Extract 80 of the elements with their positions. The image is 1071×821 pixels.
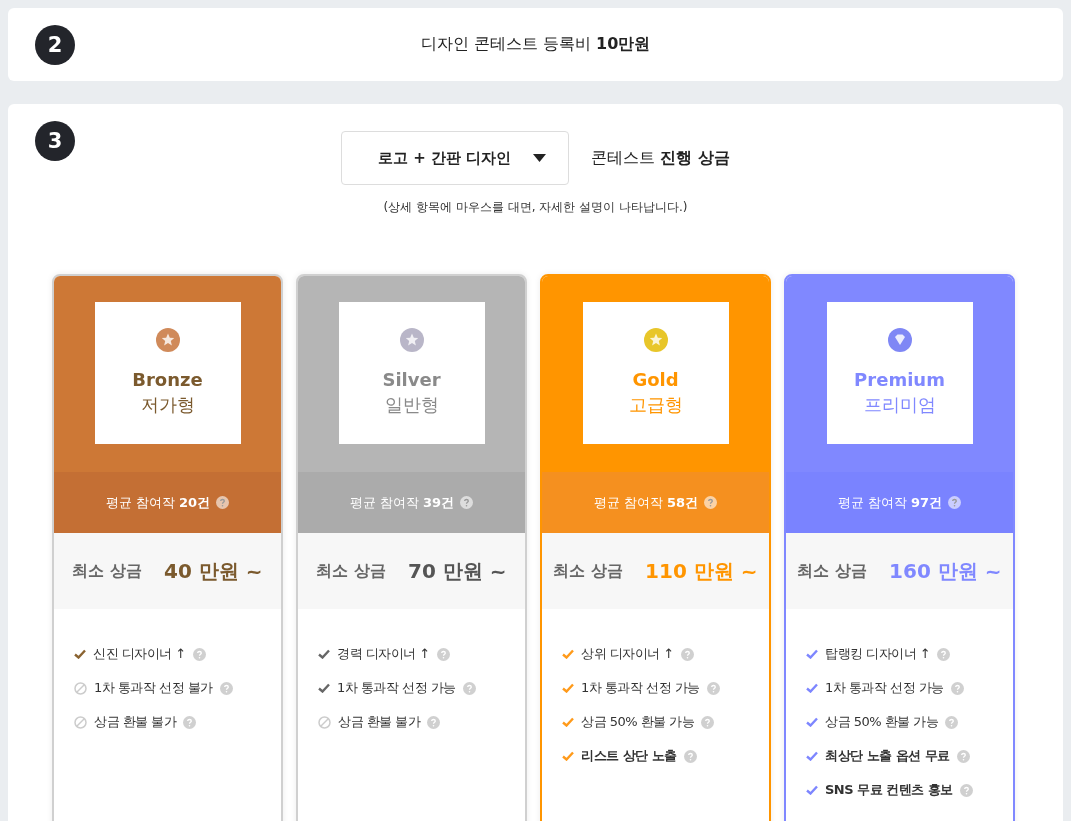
feature-text: 경력 디자이너 ↑ — [337, 645, 430, 663]
prize-amount: 110 만원 ~ — [645, 557, 758, 585]
check-icon — [562, 751, 574, 761]
prohibited-icon — [318, 715, 331, 729]
prohibited-icon — [74, 681, 87, 695]
prize-label: 최소 상금 — [797, 560, 868, 582]
prohibited-icon — [74, 715, 87, 729]
plan-name: Gold — [632, 368, 679, 392]
help-icon[interactable] — [680, 647, 694, 661]
prize-label: 최소 상금 — [553, 560, 624, 582]
help-icon[interactable] — [701, 715, 715, 729]
prize-heading: 콘테스트 진행 상금 — [591, 147, 730, 169]
check-icon — [74, 649, 86, 659]
check-icon — [562, 683, 574, 693]
check-icon — [806, 785, 818, 795]
feature-text: 최상단 노출 옵션 무료 — [825, 747, 950, 765]
check-icon — [562, 717, 574, 727]
feature-text: 1차 통과작 선정 가능 — [581, 679, 700, 697]
plan-name: Bronze — [132, 368, 203, 392]
help-icon[interactable] — [937, 647, 951, 661]
plan-subtitle: 저가형 — [140, 393, 195, 417]
prize-amount: 70 만원 ~ — [408, 557, 507, 585]
step-badge: 3 — [35, 121, 75, 161]
medal-icon — [399, 328, 424, 352]
check-icon — [318, 649, 330, 659]
average-entries-text: 평균 참여작 97건 — [837, 493, 943, 512]
feature-text: 상금 환불 불가 — [338, 713, 421, 731]
check-icon — [562, 649, 574, 659]
medal-icon — [155, 328, 180, 352]
medal-icon — [643, 328, 668, 352]
caret-icon — [533, 154, 547, 162]
hint-text: (상세 항목에 마우스를 대면, 자세한 설명이 나타납니다.) — [382, 199, 689, 216]
feature-text: 상금 50% 환불 가능 — [825, 713, 939, 731]
check-icon — [806, 683, 818, 693]
medal-icon — [887, 328, 912, 352]
registration-fee-text: 디자인 콘테스트 등록비 10만원 — [420, 34, 651, 55]
plan-subtitle: 고급형 — [628, 393, 683, 417]
help-icon[interactable] — [436, 647, 450, 661]
feature-text: 리스트 상단 노출 — [581, 747, 677, 765]
feature-text: 신진 디자이너 ↑ — [93, 645, 186, 663]
help-icon[interactable] — [948, 496, 962, 509]
step-badge: 2 — [35, 25, 75, 65]
help-icon[interactable] — [462, 681, 476, 695]
plan-subtitle: 프리미엄 — [863, 393, 936, 417]
help-icon[interactable] — [704, 496, 718, 509]
help-icon[interactable] — [216, 496, 230, 509]
prize-amount: 160 만원 ~ — [889, 557, 1002, 585]
category-dropdown[interactable]: 로고 + 간판 디자인 — [341, 131, 570, 185]
average-entries-text: 평균 참여작 58건 — [593, 493, 699, 512]
help-icon[interactable] — [460, 496, 474, 509]
feature-text: SNS 무료 컨텐츠 홍보 — [825, 781, 953, 799]
help-icon[interactable] — [683, 749, 697, 763]
help-icon[interactable] — [706, 681, 720, 695]
check-icon — [806, 751, 818, 761]
check-icon — [806, 649, 818, 659]
help-icon[interactable] — [219, 681, 233, 695]
plan-subtitle: 일반형 — [384, 393, 439, 417]
plan-name: Silver — [382, 368, 441, 392]
help-icon[interactable] — [183, 715, 197, 729]
plan-name: Premium — [854, 368, 945, 392]
help-icon[interactable] — [956, 749, 970, 763]
feature-text: 1차 통과작 선정 가능 — [825, 679, 944, 697]
prize-label: 최소 상금 — [72, 560, 143, 582]
check-icon — [318, 683, 330, 693]
feature-text: 상금 50% 환불 가능 — [581, 713, 695, 731]
average-entries-text: 평균 참여작 39건 — [349, 493, 455, 512]
prize-amount: 40 만원 ~ — [164, 557, 263, 585]
feature-text: 탑랭킹 디자이너 ↑ — [825, 645, 931, 663]
prize-label: 최소 상금 — [316, 560, 387, 582]
check-icon — [806, 717, 818, 727]
help-icon[interactable] — [959, 783, 973, 797]
help-icon[interactable] — [192, 647, 206, 661]
average-entries-text: 평균 참여작 20건 — [105, 493, 211, 512]
help-icon[interactable] — [945, 715, 959, 729]
feature-text: 상금 환불 불가 — [94, 713, 177, 731]
help-icon[interactable] — [427, 715, 441, 729]
help-icon[interactable] — [950, 681, 964, 695]
feature-text: 1차 통과작 선정 불가 — [94, 679, 213, 697]
feature-text: 상위 디자이너 ↑ — [581, 645, 674, 663]
feature-text: 1차 통과작 선정 가능 — [337, 679, 456, 697]
